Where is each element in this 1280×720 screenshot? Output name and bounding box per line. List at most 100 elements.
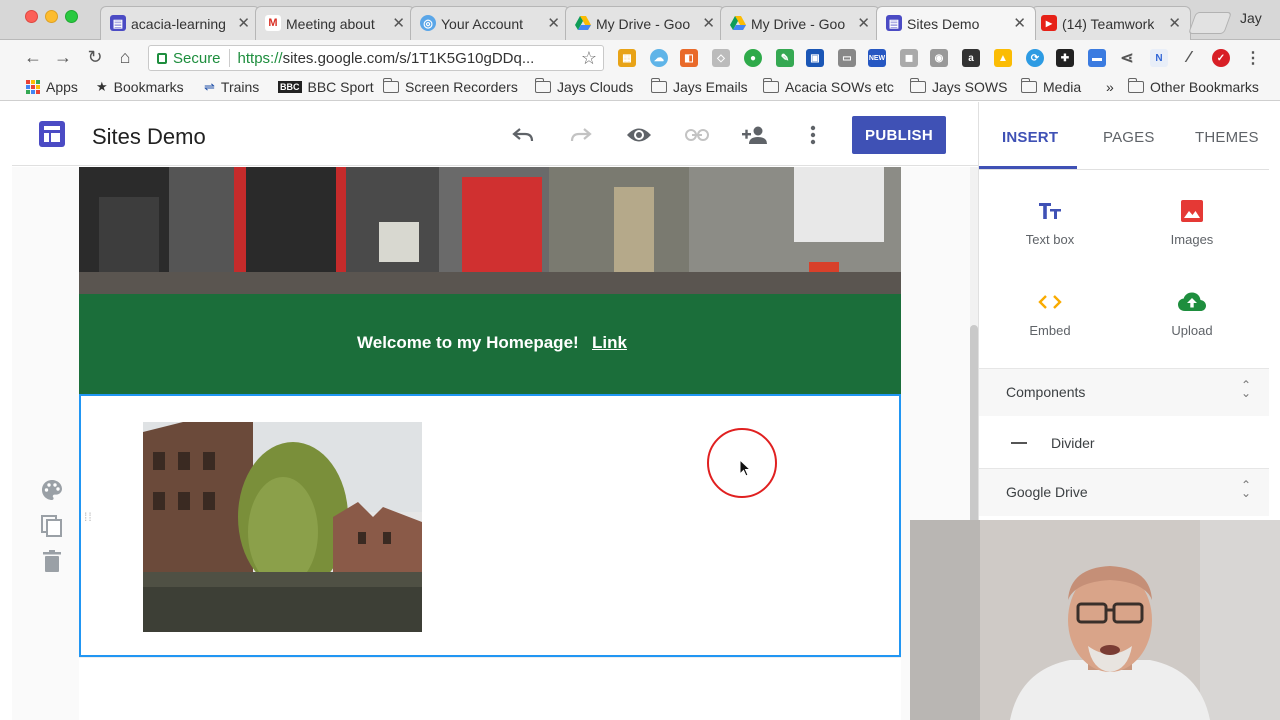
profile-name[interactable]: Jay: [1240, 10, 1262, 26]
close-tab-icon[interactable]: ✕: [702, 14, 715, 32]
address-bar[interactable]: Secure https://sites.google.com/s/1T1K5G…: [148, 45, 604, 71]
collapse-chevron-icon[interactable]: ⌃ ⌄: [1241, 379, 1251, 399]
divider-component[interactable]: Divider: [979, 420, 1269, 472]
browser-tab[interactable]: M Meeting about ✕: [255, 6, 415, 40]
text-box-tool[interactable]: Text box: [995, 196, 1105, 247]
close-tab-icon[interactable]: ✕: [1168, 14, 1181, 32]
extension-icon[interactable]: ⟳: [1026, 49, 1044, 67]
bookmark-bbc-sport[interactable]: BBC BBC Sport: [278, 79, 374, 95]
extension-icon[interactable]: ◧: [680, 49, 698, 67]
bookmark-folder[interactable]: Acacia SOWs etc: [762, 78, 894, 95]
browser-tab[interactable]: My Drive - Goo ✕: [565, 6, 725, 40]
canal-photo[interactable]: [143, 422, 422, 632]
cast-icon[interactable]: ▭: [838, 49, 856, 67]
drive-favicon-icon: [575, 15, 591, 31]
maximize-window-button[interactable]: [65, 10, 78, 23]
bookmark-other-bookmarks[interactable]: Other Bookmarks: [1127, 78, 1259, 95]
browser-tab[interactable]: My Drive - Goo ✕: [720, 6, 880, 40]
close-tab-icon[interactable]: ✕: [857, 14, 870, 32]
title-banner[interactable]: Welcome to my Homepage! Link: [79, 294, 901, 394]
bookmark-bookmarks[interactable]: ★ Bookmarks: [96, 79, 184, 95]
reload-icon[interactable]: ↻: [84, 46, 106, 68]
home-icon[interactable]: ⌂: [114, 46, 136, 68]
minimize-window-button[interactable]: [45, 10, 58, 23]
back-arrow-icon[interactable]: ←: [22, 46, 44, 68]
extension-icon[interactable]: ☁: [650, 49, 668, 67]
browser-tab[interactable]: ▶ (14) Teamwork ✕: [1031, 6, 1191, 40]
bookmark-folder[interactable]: Jays Emails: [650, 78, 748, 95]
extension-icon[interactable]: ▬: [1088, 49, 1106, 67]
close-tab-icon[interactable]: ✕: [237, 14, 250, 32]
extension-icon[interactable]: ▲: [994, 49, 1012, 67]
text-box-icon: [995, 196, 1105, 226]
components-section[interactable]: Components ⌃ ⌄: [979, 368, 1269, 416]
extension-icon[interactable]: ✚: [1056, 49, 1074, 67]
bookmark-apps[interactable]: Apps: [26, 79, 78, 95]
empty-section[interactable]: [79, 657, 901, 720]
browser-tab[interactable]: ◎ Your Account ✕: [410, 6, 570, 40]
drag-handle-icon[interactable]: ⁞⁞: [84, 511, 93, 523]
collapse-chevron-icon[interactable]: ⌃ ⌄: [1241, 479, 1251, 499]
extension-icon[interactable]: ◼: [900, 49, 918, 67]
bookmark-folder[interactable]: Jays Clouds: [534, 78, 633, 95]
extension-icon[interactable]: ▦: [618, 49, 636, 67]
images-icon: [1137, 196, 1247, 226]
link-icon[interactable]: [684, 122, 710, 148]
apps-grid-icon: [26, 80, 40, 94]
tab-insert[interactable]: INSERT: [1002, 129, 1058, 146]
undo-icon[interactable]: [510, 122, 536, 148]
forward-arrow-icon[interactable]: →: [52, 46, 74, 68]
extension-icon[interactable]: ✎: [776, 49, 794, 67]
sites-favicon-icon: ▤: [110, 15, 126, 31]
upload-icon: [1137, 287, 1247, 317]
bookmarks-bar: Apps ★ Bookmarks ⇌ Trains BBC BBC Sport …: [0, 75, 1280, 101]
bookmark-trains[interactable]: ⇌ Trains: [204, 79, 259, 95]
browser-tab-active[interactable]: ▤ Sites Demo ✕: [876, 6, 1036, 40]
close-tab-icon[interactable]: ✕: [392, 14, 405, 32]
tab-pages[interactable]: PAGES: [1103, 129, 1155, 146]
tab-themes[interactable]: THEMES: [1195, 129, 1259, 146]
share-add-person-icon[interactable]: [742, 122, 768, 148]
sites-logo-icon[interactable]: [39, 121, 65, 147]
selected-section[interactable]: [79, 394, 901, 657]
browser-tab[interactable]: ▤ acacia-learning ✕: [100, 6, 260, 40]
google-drive-section[interactable]: Google Drive ⌃ ⌄: [979, 468, 1269, 516]
extension-icon[interactable]: N: [1150, 49, 1168, 67]
extension-icon[interactable]: ◇: [712, 49, 730, 67]
embed-tool[interactable]: Embed: [995, 287, 1105, 338]
bookmark-folder[interactable]: Media: [1020, 78, 1081, 95]
delete-icon[interactable]: [40, 549, 64, 573]
extension-icon[interactable]: ▣: [806, 49, 824, 67]
share-extension-icon[interactable]: ⋖: [1118, 49, 1136, 67]
redo-icon[interactable]: [568, 122, 594, 148]
drive-favicon-icon: [730, 15, 746, 31]
bookmark-star-icon[interactable]: ☆: [581, 48, 597, 69]
browser-menu-icon[interactable]: ⋮: [1244, 49, 1262, 67]
extension-icon[interactable]: ⁄: [1180, 49, 1198, 67]
close-tab-icon[interactable]: ✕: [1013, 14, 1026, 32]
extension-icon[interactable]: NEW: [868, 49, 886, 67]
close-window-button[interactable]: [25, 10, 38, 23]
upload-tool[interactable]: Upload: [1137, 287, 1247, 338]
preview-icon[interactable]: [626, 122, 652, 148]
page-canvas: Welcome to my Homepage! Link ⁞⁞: [12, 167, 970, 720]
extension-icon[interactable]: ●: [744, 49, 762, 67]
lock-icon: [157, 52, 167, 64]
bookmarks-overflow-icon[interactable]: »: [1106, 79, 1114, 95]
bookmark-folder[interactable]: Jays SOWS: [909, 78, 1007, 95]
extension-icon[interactable]: a: [962, 49, 980, 67]
publish-button[interactable]: PUBLISH: [852, 116, 946, 154]
more-vert-icon[interactable]: [800, 122, 826, 148]
close-tab-icon[interactable]: ✕: [547, 14, 560, 32]
extension-icon[interactable]: ✓: [1212, 49, 1230, 67]
duplicate-icon[interactable]: [40, 514, 64, 538]
palette-icon[interactable]: [40, 478, 64, 502]
url-text[interactable]: https://sites.google.com/s/1T1K5G10gDDq.…: [238, 50, 535, 67]
banner-heading[interactable]: Welcome to my Homepage!: [357, 333, 579, 353]
bookmark-folder[interactable]: Screen Recorders: [382, 78, 518, 95]
new-tab-button[interactable]: [1187, 12, 1233, 34]
images-tool[interactable]: Images: [1137, 196, 1247, 247]
banner-link[interactable]: Link: [592, 333, 627, 353]
extension-icon[interactable]: ◉: [930, 49, 948, 67]
site-title[interactable]: Sites Demo: [92, 124, 206, 150]
